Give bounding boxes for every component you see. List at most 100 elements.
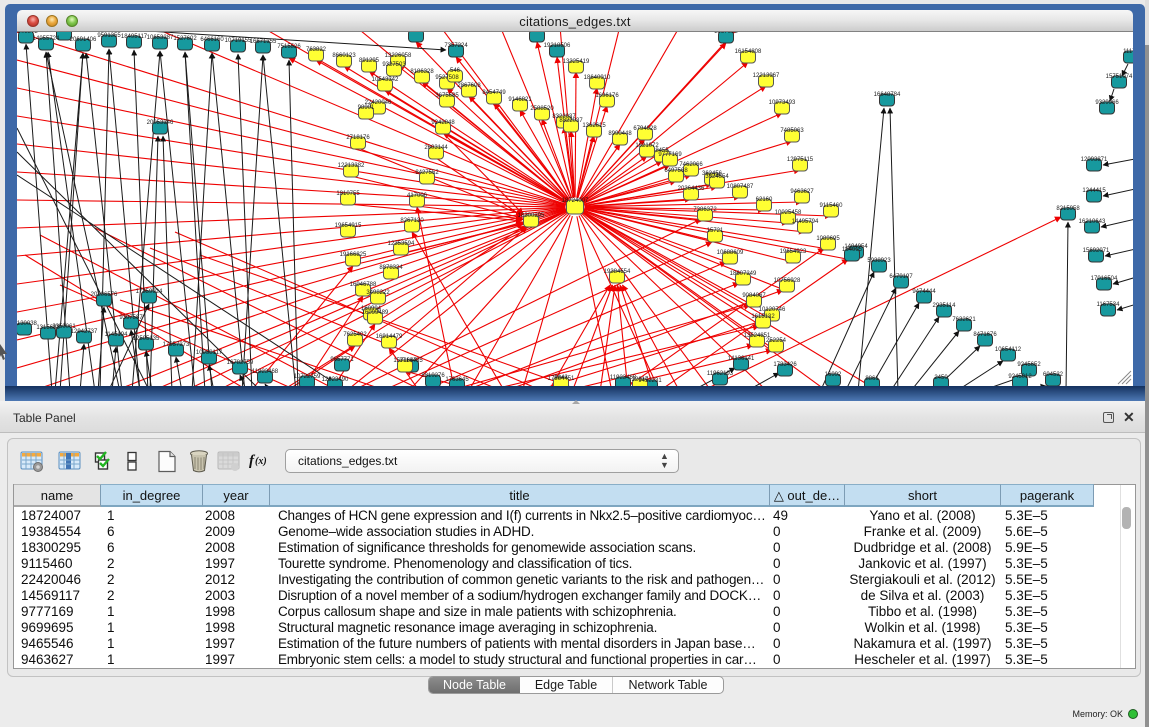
svg-text:8267130: 8267130: [400, 218, 424, 224]
svg-text:16033809: 16033809: [403, 32, 430, 34]
svg-text:14136141: 14136141: [728, 356, 755, 362]
svg-text:1089695: 1089695: [816, 236, 840, 242]
svg-text:10807487: 10807487: [727, 184, 754, 190]
svg-text:9329966: 9329966: [1095, 100, 1119, 106]
svg-text:9245652: 9245652: [1017, 362, 1041, 368]
svg-text:8990448: 8990448: [608, 131, 632, 137]
svg-text:10756928: 10756928: [774, 278, 801, 284]
svg-text:8878334: 8878334: [379, 265, 403, 271]
svg-text:8427552: 8427552: [415, 170, 439, 176]
svg-text:604522: 604522: [1043, 372, 1064, 378]
svg-text:12213967: 12213967: [753, 73, 780, 79]
svg-text:14495794: 14495794: [792, 219, 819, 225]
svg-text:164095: 164095: [842, 247, 863, 253]
svg-text:10120746: 10120746: [759, 307, 786, 313]
svg-text:16671355: 16671355: [250, 39, 277, 45]
svg-text:11962193: 11962193: [707, 371, 734, 377]
svg-text:2718176: 2718176: [346, 135, 370, 141]
svg-text:1244415: 1244415: [1082, 188, 1106, 194]
svg-text:1571647: 1571647: [393, 358, 417, 364]
svg-text:9463627: 9463627: [790, 189, 814, 195]
svg-text:6794028: 6794028: [633, 126, 657, 132]
svg-text:14055724: 14055724: [33, 36, 60, 42]
svg-text:252254: 252254: [766, 338, 787, 344]
svg-text:3675685: 3675685: [435, 93, 459, 99]
svg-text:19654915: 19654915: [335, 223, 362, 229]
svg-text:1527602: 1527602: [173, 36, 197, 42]
svg-text:1763645: 1763645: [445, 377, 469, 383]
svg-text:9245012: 9245012: [1008, 374, 1032, 380]
svg-text:10722759: 10722759: [294, 374, 321, 380]
svg-text:8822037: 8822037: [559, 118, 583, 124]
svg-text:16099489: 16099489: [362, 310, 389, 316]
svg-text:1905572: 1905572: [17, 32, 38, 35]
svg-text:9115460: 9115460: [820, 203, 844, 209]
svg-text:3350061: 3350061: [52, 324, 76, 330]
svg-text:9527508: 9527508: [435, 75, 459, 81]
svg-text:10958117: 10958117: [196, 350, 223, 356]
svg-text:8471676: 8471676: [973, 332, 997, 338]
svg-text:13325419: 13325419: [563, 59, 590, 65]
svg-text:9146821: 9146821: [508, 97, 532, 103]
svg-text:546: 546: [450, 68, 461, 74]
svg-text:9342: 9342: [554, 375, 568, 381]
svg-text:2935114: 2935114: [933, 303, 957, 309]
svg-text:19218506: 19218506: [544, 43, 571, 49]
svg-text:1733426: 1733426: [773, 362, 797, 368]
svg-text:12213382: 12213382: [338, 163, 365, 169]
svg-text:1362615: 1362615: [582, 123, 606, 129]
svg-text:10543342: 10543342: [372, 77, 399, 83]
svg-text:6497568: 6497568: [664, 168, 688, 174]
svg-text:16648784: 16648784: [874, 92, 901, 98]
svg-text:19654923: 19654923: [780, 249, 807, 255]
svg-text:2450: 2450: [934, 375, 948, 381]
svg-text:9084067: 9084067: [742, 293, 766, 299]
svg-text:1696176: 1696176: [595, 93, 619, 99]
svg-text:417006: 417006: [407, 193, 428, 199]
svg-text:7625402: 7625402: [343, 332, 367, 338]
svg-text:20053346: 20053346: [147, 120, 174, 126]
svg-text:16046788: 16046788: [350, 282, 377, 288]
svg-text:17359924: 17359924: [136, 289, 163, 295]
svg-text:10654112: 10654112: [995, 347, 1022, 353]
svg-text:8813054: 8813054: [525, 32, 549, 34]
svg-text:2867608: 2867608: [457, 83, 481, 89]
svg-text:6479197: 6479197: [889, 274, 913, 280]
svg-text:9777169: 9777169: [658, 152, 682, 158]
svg-text:18640910: 18640910: [584, 75, 611, 81]
svg-text:15751074: 15751074: [1106, 74, 1133, 80]
svg-text:18724007: 18724007: [562, 198, 589, 204]
svg-text:20691406: 20691406: [70, 37, 97, 43]
svg-text:19166825: 19166825: [340, 252, 367, 258]
svg-text:20364436: 20364436: [678, 186, 705, 192]
svg-text:18607249: 18607249: [730, 271, 757, 277]
svg-text:9327503: 9327503: [382, 62, 406, 68]
svg-text:9657771: 9657771: [330, 357, 354, 363]
svg-text:7386372: 7386372: [693, 207, 717, 213]
svg-text:1145194: 1145194: [105, 332, 129, 338]
svg-text:8861: 8861: [865, 376, 879, 382]
svg-text:11172: 11172: [1123, 49, 1133, 55]
svg-text:3498222: 3498222: [366, 290, 390, 296]
svg-text:8454749: 8454749: [482, 90, 506, 96]
svg-text:9397587: 9397587: [119, 315, 143, 321]
svg-text:11130038: 11130038: [17, 321, 38, 327]
svg-text:3624554: 3624554: [705, 174, 729, 180]
svg-text:9474444: 9474444: [912, 289, 936, 295]
svg-text:16782759: 16782759: [227, 360, 254, 366]
svg-text:9591355: 9591355: [97, 33, 121, 39]
svg-text:19384554: 19384554: [604, 269, 631, 275]
svg-text:11923468: 11923468: [252, 369, 279, 375]
svg-text:(x): (x): [255, 456, 267, 467]
svg-text:7485063: 7485063: [780, 128, 804, 134]
svg-text:62160: 62160: [756, 197, 773, 203]
svg-text:9242848: 9242848: [431, 120, 455, 126]
svg-text:17957273: 17957273: [163, 342, 190, 348]
svg-text:16210643: 16210643: [1079, 219, 1106, 225]
svg-text:1167534: 1167534: [1097, 302, 1121, 308]
svg-text:20206576: 20206576: [91, 292, 118, 298]
svg-text:12923490: 12923490: [322, 377, 349, 383]
svg-text:16992: 16992: [825, 372, 842, 378]
svg-text:13226058: 13226058: [385, 53, 412, 59]
svg-text:891295: 891295: [359, 58, 380, 64]
